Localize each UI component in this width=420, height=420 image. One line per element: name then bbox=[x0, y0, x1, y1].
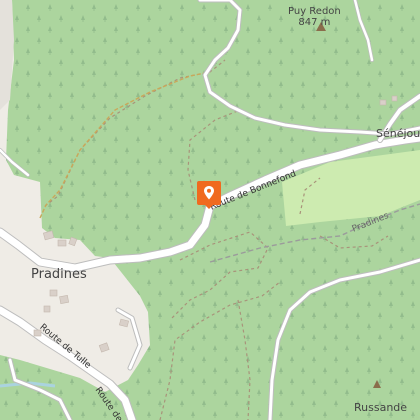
map-view[interactable]: Puy Redon 847 m Pradines Sénéjoux Russan… bbox=[0, 0, 420, 420]
place-label-pradines: Pradines bbox=[31, 267, 87, 282]
place-label-russande: Russande bbox=[354, 401, 408, 414]
peak-elevation: 847 m bbox=[298, 17, 331, 28]
peak-name: Puy Redon bbox=[288, 6, 341, 17]
place-label-senejoux: Sénéjoux bbox=[376, 127, 420, 140]
location-pin-icon[interactable] bbox=[196, 180, 222, 210]
peak-label: Puy Redon 847 m bbox=[288, 6, 341, 28]
map-canvas bbox=[0, 0, 420, 420]
